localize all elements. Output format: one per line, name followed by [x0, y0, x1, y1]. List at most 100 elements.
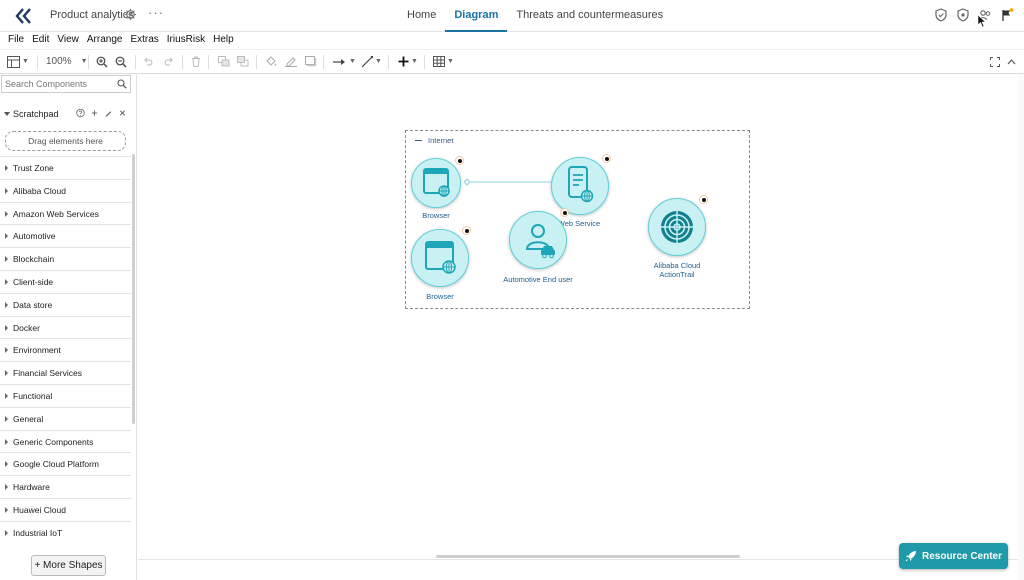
collapse-toolbar-button[interactable] [1007, 54, 1016, 69]
insert-button[interactable]: ▼ [398, 54, 418, 69]
category-data-store[interactable]: Data store [0, 292, 131, 316]
fullscreen-button[interactable] [990, 54, 1000, 69]
zone-collapse-icon[interactable] [415, 140, 422, 141]
browser-icon [425, 241, 456, 274]
actiontrail-icon [661, 211, 693, 243]
category-industrial-iot[interactable]: Industrial IoT [0, 520, 131, 544]
category-generic-components[interactable]: Generic Components [0, 429, 131, 453]
pencil-icon [285, 57, 297, 67]
sidebar-scrollbar[interactable] [132, 154, 135, 424]
category-google-cloud[interactable]: Google Cloud Platform [0, 452, 131, 475]
zoom-level: 100% [46, 56, 72, 67]
top-right-icons [934, 8, 1014, 22]
redo-icon [164, 57, 173, 66]
connection-style-button[interactable]: ▼ [333, 54, 356, 69]
to-front-icon [218, 56, 230, 67]
arrow-right-icon [333, 58, 345, 65]
threat-badge-icon[interactable] [455, 156, 464, 165]
scratchpad-actions [76, 108, 127, 118]
category-docker[interactable]: Docker [0, 315, 131, 339]
shield-icon[interactable] [956, 8, 970, 22]
tab-diagram[interactable]: Diagram [445, 0, 508, 32]
close-icon[interactable] [118, 108, 127, 118]
category-list: Trust Zone Alibaba Cloud Amazon Web Serv… [0, 156, 131, 544]
to-back-button[interactable] [237, 54, 249, 69]
search-icon[interactable] [117, 79, 127, 89]
delete-button[interactable] [191, 54, 201, 69]
diagram-canvas[interactable]: Internet Browser Web Service Automotive … [138, 74, 1024, 580]
category-alibaba-cloud[interactable]: Alibaba Cloud [0, 178, 131, 202]
scratchpad-header[interactable]: Scratchpad [0, 106, 131, 122]
fill-color-button[interactable] [265, 54, 277, 69]
menu-arrange[interactable]: Arrange [83, 32, 127, 49]
menu-bar: File Edit View Arrange Extras IriusRisk … [0, 32, 1024, 50]
more-options-icon[interactable]: ··· [148, 5, 164, 20]
tab-home[interactable]: Home [398, 0, 445, 32]
menu-view[interactable]: View [53, 32, 83, 49]
panel-toggle-button[interactable]: ▼ [7, 54, 29, 69]
node-label: Browser [422, 211, 450, 220]
to-front-button[interactable] [218, 54, 230, 69]
menu-edit[interactable]: Edit [28, 32, 53, 49]
category-trust-zone[interactable]: Trust Zone [0, 156, 131, 179]
canvas-horizontal-scrollbar[interactable] [436, 555, 740, 558]
canvas-divider [138, 559, 1024, 560]
category-environment[interactable]: Environment [0, 338, 131, 361]
shadow-button[interactable] [305, 54, 317, 69]
category-functional[interactable]: Functional [0, 383, 131, 407]
to-back-icon [237, 56, 249, 67]
zoom-out-icon [115, 56, 127, 67]
trash-icon [192, 56, 200, 67]
menu-extras[interactable]: Extras [126, 32, 162, 49]
category-general[interactable]: General [0, 406, 131, 430]
chevron-up-icon [1007, 58, 1016, 64]
line-color-button[interactable] [285, 54, 297, 69]
trust-zone-internet[interactable]: Internet Browser Web Service Automotive … [405, 130, 750, 309]
category-client-side[interactable]: Client-side [0, 269, 131, 293]
canvas-vertical-scrollbar[interactable] [1018, 74, 1024, 580]
menu-iriusrisk[interactable]: IriusRisk [163, 32, 209, 49]
table-icon [433, 56, 445, 67]
shield-check-icon[interactable] [934, 8, 948, 22]
help-icon[interactable] [76, 108, 85, 118]
fullscreen-icon [990, 56, 1000, 67]
threat-badge-icon[interactable] [699, 195, 708, 204]
zoom-select[interactable]: 100% ▼ [46, 54, 88, 69]
threat-badge-icon[interactable] [602, 154, 611, 163]
zoom-in-button[interactable] [96, 54, 108, 69]
scratchpad-drop-zone[interactable]: Drag elements here [5, 131, 126, 151]
shapes-sidebar: Scratchpad Drag elements here Trust Zone… [0, 74, 137, 580]
menu-help[interactable]: Help [209, 32, 238, 49]
project-title[interactable]: Product analytics [50, 9, 134, 21]
category-hardware[interactable]: Hardware [0, 475, 131, 498]
waypoints-button[interactable]: ▼ [361, 54, 382, 69]
threat-badge-icon[interactable] [560, 208, 569, 217]
category-aws[interactable]: Amazon Web Services [0, 201, 131, 225]
component-search [1, 75, 131, 93]
tab-threats[interactable]: Threats and countermeasures [507, 0, 672, 32]
flag-icon[interactable] [1000, 8, 1014, 22]
chevron-down-icon [4, 112, 10, 116]
resource-center-button[interactable]: Resource Center [899, 543, 1008, 569]
rocket-icon [905, 551, 916, 562]
category-blockchain[interactable]: Blockchain [0, 247, 131, 270]
table-button[interactable]: ▼ [433, 54, 454, 69]
node-label: Browser [426, 292, 454, 301]
threat-badge-icon[interactable] [462, 226, 471, 235]
edit-icon[interactable] [104, 108, 113, 118]
menu-file[interactable]: File [4, 32, 28, 49]
toolbar: ▼ 100% ▼ ▼ ▼ ▼ ▼ [0, 50, 1024, 74]
category-automotive[interactable]: Automotive [0, 224, 131, 247]
logo-icon[interactable] [14, 7, 34, 25]
gear-icon[interactable] [124, 8, 137, 21]
category-financial-services[interactable]: Financial Services [0, 361, 131, 384]
redo-button[interactable] [163, 54, 174, 69]
plus-icon [398, 56, 409, 67]
layout-panel-icon [7, 55, 20, 68]
add-icon[interactable] [90, 108, 99, 118]
search-input[interactable] [2, 76, 112, 92]
undo-button[interactable] [143, 54, 154, 69]
category-huawei-cloud[interactable]: Huawei Cloud [0, 497, 131, 521]
more-shapes-button[interactable]: + More Shapes [31, 555, 106, 576]
zoom-out-button[interactable] [115, 54, 127, 69]
